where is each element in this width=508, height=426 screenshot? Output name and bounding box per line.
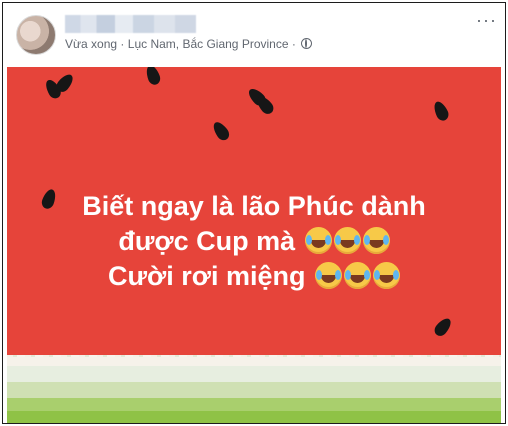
face-with-tears-of-joy-icon: [343, 262, 371, 289]
meta-separator: ·: [120, 37, 125, 51]
avatar[interactable]: [16, 15, 56, 55]
face-with-tears-of-joy-icon: [372, 262, 400, 289]
seed-decoration: [431, 99, 451, 123]
globe-icon[interactable]: [301, 38, 313, 49]
meta-separator: ·: [291, 37, 296, 51]
caption-line-1: Biết ngay là lão Phúc dành: [82, 191, 426, 221]
face-with-tears-of-joy-icon: [362, 227, 390, 254]
author-name-blurred[interactable]: [65, 15, 196, 33]
caption-line-3-text: Cười rơi miệng: [108, 261, 306, 291]
caption-line-2: được Cup mà: [7, 224, 501, 259]
face-with-tears-of-joy-icon: [314, 262, 342, 289]
caption-line-2-text: được Cup mà: [118, 226, 296, 256]
seed-decoration: [253, 93, 277, 117]
watermelon-rind: [7, 357, 501, 423]
more-options-icon[interactable]: ···: [476, 11, 497, 29]
face-with-tears-of-joy-icon: [333, 227, 361, 254]
caption-line-3: Cười rơi miệng: [7, 259, 501, 294]
image-caption: Biết ngay là lão Phúc dành được Cup mà C…: [7, 189, 501, 294]
post-image[interactable]: Biết ngay là lão Phúc dành được Cup mà C…: [7, 67, 501, 423]
post-timestamp[interactable]: Vừa xong: [65, 37, 117, 51]
post-location[interactable]: Lục Nam, Bắc Giang Province: [128, 37, 289, 51]
seed-decoration: [143, 67, 163, 87]
facebook-post: Vừa xong · Lục Nam, Bắc Giang Province ·…: [2, 2, 506, 424]
face-with-tears-of-joy-icon: [304, 227, 332, 254]
post-meta: Vừa xong · Lục Nam, Bắc Giang Province ·: [65, 37, 313, 51]
seed-decoration: [431, 315, 455, 339]
seed-decoration: [210, 119, 232, 143]
post-header: Vừa xong · Lục Nam, Bắc Giang Province ·…: [3, 3, 505, 67]
